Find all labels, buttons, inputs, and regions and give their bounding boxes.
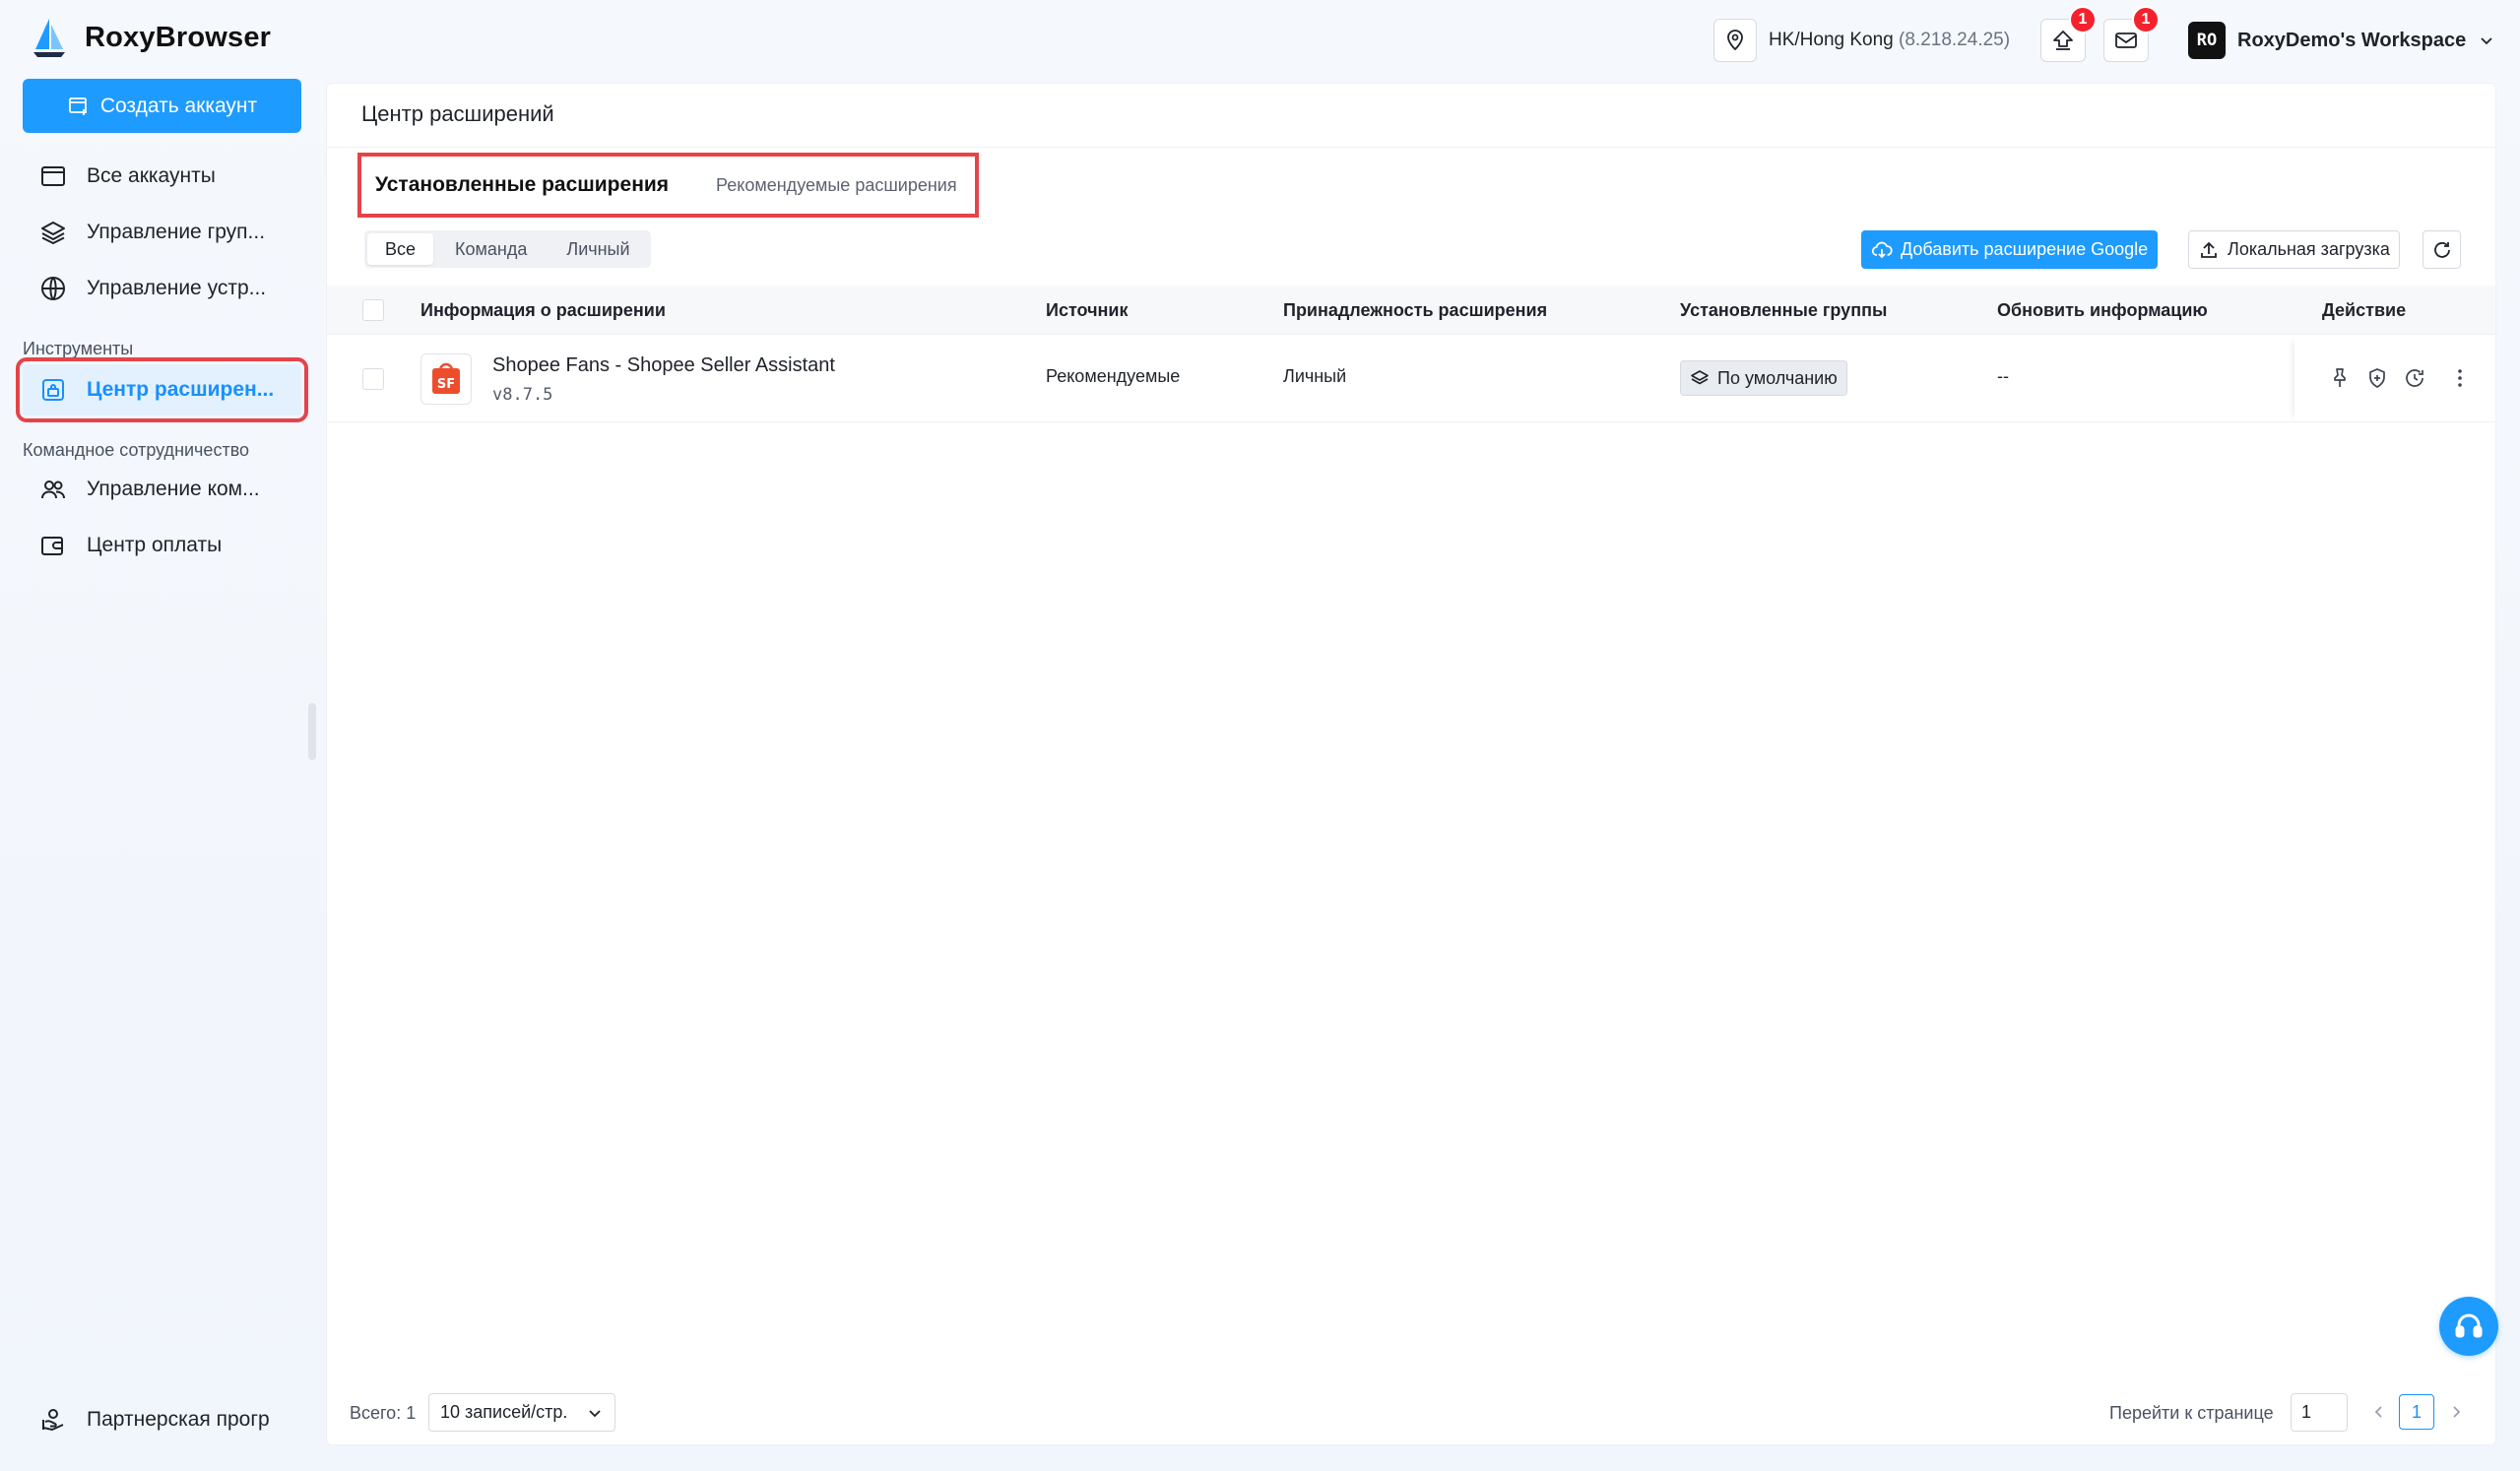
divider xyxy=(327,147,2495,148)
section-label-team: Командное сотрудничество xyxy=(23,440,250,460)
partner-handshake-icon xyxy=(39,1406,67,1434)
table-row: SF Shopee Fans - Shopee Seller Assistant… xyxy=(327,335,2495,422)
sidebar-scrollbar[interactable] xyxy=(308,703,316,760)
local-upload-button[interactable]: Локальная загрузка xyxy=(2188,230,2400,269)
workspace-switcher[interactable]: RO RoxyDemo's Workspace xyxy=(2188,21,2495,60)
column-extension-info: Информация о расширении xyxy=(420,299,666,320)
messages-badge: 1 xyxy=(2132,6,2160,33)
support-headset-button[interactable] xyxy=(2439,1297,2498,1356)
extension-tabs: Установленные расширения Рекомендуемые р… xyxy=(357,153,979,218)
location-pin-icon xyxy=(1713,19,1757,62)
upload-icon xyxy=(2198,239,2220,261)
goto-page-label: Перейти к странице xyxy=(2109,1403,2274,1423)
app-name: RoxyBrowser xyxy=(85,21,272,53)
refresh-icon xyxy=(2431,239,2453,261)
sidebar-item-device-management[interactable]: Управление устр... xyxy=(23,263,301,314)
chevron-down-icon xyxy=(2478,32,2495,49)
cloud-download-icon xyxy=(1871,239,1893,261)
main-content: Центр расширений Установленные расширени… xyxy=(326,83,2496,1445)
row-actions xyxy=(2294,335,2497,422)
tab-recommended-extensions[interactable]: Рекомендуемые расширения xyxy=(682,157,971,214)
select-all-checkbox[interactable] xyxy=(362,299,384,321)
update-clock-icon[interactable] xyxy=(2403,366,2426,390)
users-icon xyxy=(39,476,67,503)
extension-version: v8.7.5 xyxy=(492,385,553,405)
location-city: HK/Hong Kong xyxy=(1769,30,1894,50)
extension-name: Shopee Fans - Shopee Seller Assistant xyxy=(492,354,835,376)
proxy-location[interactable]: HK/Hong Kong (8.218.24.25) xyxy=(1713,19,2010,62)
filter-team[interactable]: Команда xyxy=(437,233,545,265)
sidebar-item-extension-center[interactable]: Центр расширен... xyxy=(16,357,308,422)
layers-icon xyxy=(39,219,67,246)
filter-personal[interactable]: Личный xyxy=(549,233,647,265)
total-count: Всего: 1 xyxy=(350,1403,417,1423)
row-checkbox[interactable] xyxy=(362,368,384,390)
sidebar-item-all-accounts[interactable]: Все аккаунты xyxy=(23,151,301,202)
workspace-avatar: RO xyxy=(2188,22,2226,59)
section-label-tools: Инструменты xyxy=(23,339,134,358)
messages-button[interactable]: 1 xyxy=(2103,6,2160,62)
sidebar-item-group-management[interactable]: Управление груп... xyxy=(23,207,301,258)
shopee-fans-icon: SF xyxy=(420,353,472,405)
headset-icon xyxy=(2452,1310,2486,1343)
svg-text:SF: SF xyxy=(437,377,455,392)
update-info: -- xyxy=(1997,366,2009,386)
add-profile-icon xyxy=(67,95,91,118)
column-action: Действие xyxy=(2322,299,2407,320)
page-size-select[interactable]: 10 записей/стр. xyxy=(428,1393,615,1432)
upgrade-button[interactable]: 1 xyxy=(2040,6,2097,62)
column-source: Источник xyxy=(1046,299,1129,320)
mail-icon xyxy=(2113,28,2139,53)
pin-icon[interactable] xyxy=(2328,366,2352,390)
refresh-button[interactable] xyxy=(2423,230,2461,269)
table-header: Информация о расширении Источник Принадл… xyxy=(327,286,2495,335)
sailboat-logo-icon xyxy=(28,16,71,59)
globe-icon xyxy=(39,275,67,302)
sidebar-item-partner-program[interactable]: Партнерская прогр xyxy=(23,1394,301,1445)
browser-window-icon xyxy=(39,162,67,190)
sidebar: RoxyBrowser Создать аккаунт Все аккаунты… xyxy=(0,0,325,1471)
column-installed-groups: Установленные группы xyxy=(1680,299,1888,320)
column-ownership: Принадлежность расширения xyxy=(1283,299,1548,320)
extension-source: Рекомендуемые xyxy=(1046,366,1181,386)
chevron-left-icon[interactable] xyxy=(2369,1402,2389,1422)
extension-ownership: Личный xyxy=(1283,366,1347,386)
chevron-right-icon[interactable] xyxy=(2446,1402,2466,1422)
sidebar-item-payment-center[interactable]: Центр оплаты xyxy=(23,520,301,571)
sidebar-item-team-management[interactable]: Управление ком... xyxy=(23,464,301,515)
tab-installed-extensions[interactable]: Установленные расширения xyxy=(361,157,682,214)
create-account-button[interactable]: Создать аккаунт xyxy=(23,79,301,133)
filter-all[interactable]: Все xyxy=(367,233,434,265)
upgrade-badge: 1 xyxy=(2069,6,2097,33)
add-google-extension-button[interactable]: Добавить расширение Google xyxy=(1861,230,2159,269)
layers-icon xyxy=(1690,368,1710,388)
more-vertical-icon[interactable] xyxy=(2448,366,2472,390)
page-number-current[interactable]: 1 xyxy=(2399,1394,2434,1430)
app-logo[interactable]: RoxyBrowser xyxy=(28,16,271,59)
goto-page-input[interactable] xyxy=(2291,1393,2348,1432)
upload-arrow-icon xyxy=(2050,28,2076,53)
wallet-icon xyxy=(39,532,67,559)
extension-center-icon xyxy=(39,376,67,404)
chevron-down-icon xyxy=(586,1404,604,1422)
page-title: Центр расширений xyxy=(361,101,554,126)
column-update-info: Обновить информацию xyxy=(1997,299,2208,320)
ownership-filter: Все Команда Личный xyxy=(364,230,651,268)
shield-icon[interactable] xyxy=(2365,366,2389,390)
location-ip: (8.218.24.25) xyxy=(1899,30,2011,50)
workspace-name: RoxyDemo's Workspace xyxy=(2237,29,2467,51)
group-tag[interactable]: По умолчанию xyxy=(1680,360,1847,396)
